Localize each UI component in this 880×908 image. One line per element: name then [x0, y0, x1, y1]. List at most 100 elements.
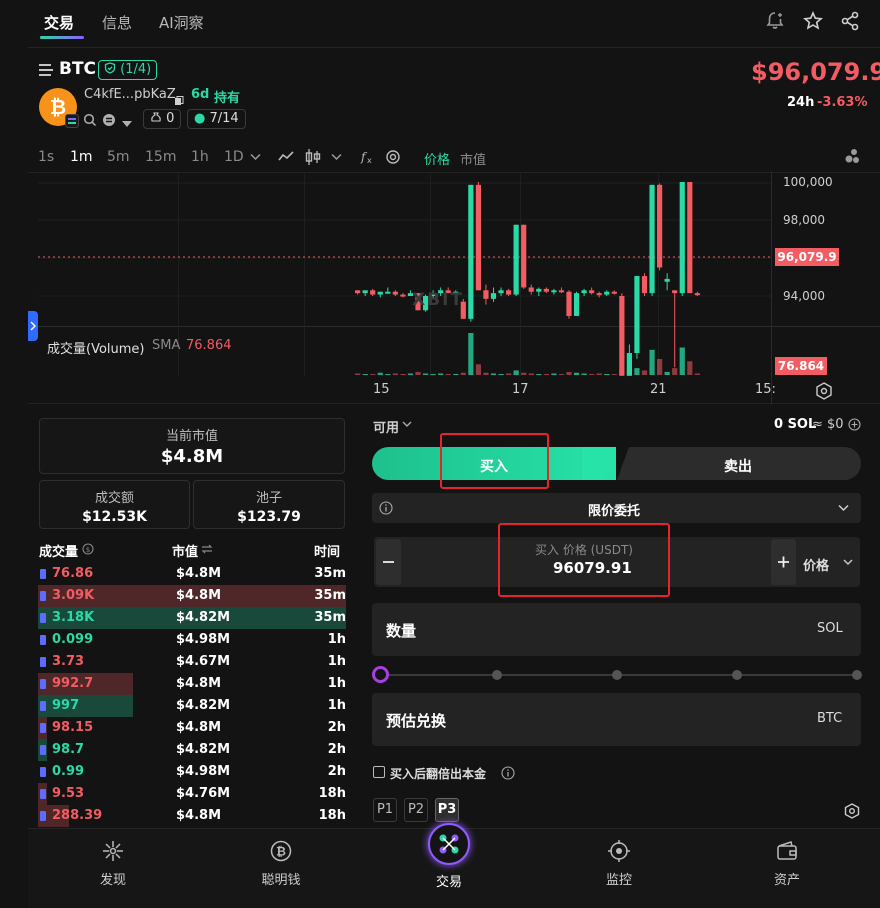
order-type-select[interactable]: 限价委托: [372, 493, 861, 523]
chain-icon: [40, 701, 46, 711]
slider-step-50[interactable]: [612, 670, 622, 680]
currency-toggle-icon[interactable]: $: [82, 543, 94, 555]
candle-body: [528, 287, 534, 292]
volume-bar: [634, 368, 640, 375]
pool-card: 池子 $123.79: [193, 480, 345, 529]
trade-volume: 98.15: [52, 720, 94, 735]
chevron-right-icon: [30, 321, 36, 331]
nav-trade[interactable]: 交易: [409, 823, 489, 890]
trade-volume: 0.99: [52, 764, 85, 779]
preset-p2[interactable]: P2: [404, 798, 428, 822]
candle-body: [355, 290, 361, 294]
volume-bar: [362, 374, 368, 375]
quantity-input[interactable]: 数量 SOL: [372, 603, 861, 656]
candle-body: [566, 291, 572, 316]
trade-row[interactable]: 76.86 $4.8M 35m: [38, 563, 346, 585]
chart-watermark: XBIT: [412, 290, 464, 310]
price-mode-select[interactable]: 价格: [803, 555, 829, 574]
chain-icon: [40, 679, 46, 689]
trade-row[interactable]: 9.53 $4.76M 18h: [38, 783, 346, 805]
candle-body: [611, 291, 617, 294]
trade-row[interactable]: 0.99 $4.98M 2h: [38, 761, 346, 783]
double-principal-checkbox[interactable]: [373, 766, 385, 778]
y-tick-label: 100,000: [783, 175, 833, 189]
volume-bar: [596, 373, 602, 375]
candle-body: [392, 291, 398, 295]
volume-bar: [468, 333, 474, 375]
volume-bar: [438, 373, 444, 375]
nav-assets[interactable]: 资产: [747, 839, 827, 888]
volume-bar: [581, 373, 587, 375]
trade-row[interactable]: 992.7 $4.8M 1h: [38, 673, 346, 695]
volume-tag: 76.864: [775, 357, 827, 375]
trade-time: 35m: [314, 588, 346, 603]
add-funds-icon[interactable]: [848, 418, 861, 431]
trade-row[interactable]: 288.39 $4.8M 18h: [38, 805, 346, 827]
volume-bar: [355, 373, 361, 375]
volume-bar: [641, 370, 648, 375]
trade-row[interactable]: 997 $4.82M 1h: [38, 695, 346, 717]
price-decrement-button[interactable]: [376, 539, 401, 585]
nav-discover[interactable]: 发现: [73, 839, 153, 888]
price-increment-button[interactable]: [771, 539, 796, 585]
swap-arrows-icon[interactable]: [201, 544, 213, 554]
preset-p1[interactable]: P1: [373, 798, 397, 822]
trade-row[interactable]: 3.73 $4.67M 1h: [38, 651, 346, 673]
available-label[interactable]: 可用: [373, 417, 399, 436]
trade-row[interactable]: 3.18K $4.82M 35m: [38, 607, 346, 629]
candle-body: [581, 290, 587, 294]
col-header-time[interactable]: 时间: [314, 541, 340, 560]
info-icon[interactable]: [379, 501, 393, 515]
candle-body: [521, 224, 527, 288]
chain-icon: [40, 745, 46, 755]
discover-icon: [103, 841, 123, 861]
trade-volume: 76.86: [52, 566, 94, 581]
smart-money-icon: ₿: [270, 840, 292, 862]
order-type-label: 限价委托: [588, 504, 641, 519]
col-header-market-cap[interactable]: 市值: [172, 541, 198, 560]
nav-smart-money[interactable]: ₿ 聪明钱: [241, 839, 321, 888]
trade-time: 2h: [327, 742, 346, 757]
volume-bar: [536, 374, 542, 375]
trade-row[interactable]: 98.7 $4.82M 2h: [38, 739, 346, 761]
candle-body: [634, 276, 640, 353]
preset-p3[interactable]: P3: [435, 798, 459, 822]
chart-settings-icon[interactable]: [815, 382, 833, 400]
preset-settings-icon[interactable]: [844, 803, 860, 819]
chain-icon: [40, 723, 46, 733]
trade-volume: 288.39: [52, 808, 103, 823]
slider-step-75[interactable]: [732, 670, 742, 680]
nav-monitor[interactable]: 监控: [579, 839, 659, 888]
candle-body: [468, 184, 474, 319]
volume-bar: [672, 368, 678, 375]
trade-time: 2h: [327, 764, 346, 779]
chain-icon: [40, 811, 46, 821]
trade-market-cap: $4.8M: [176, 588, 222, 603]
info-icon[interactable]: [501, 766, 515, 780]
candle-body: [362, 290, 368, 294]
chevron-down-icon[interactable]: [402, 421, 412, 428]
volume-bar: [611, 374, 617, 375]
pool-value: $123.79: [237, 509, 301, 525]
col-header-volume[interactable]: 成交量: [39, 541, 78, 560]
chevron-down-icon[interactable]: [843, 559, 853, 566]
trade-market-cap: $4.76M: [176, 786, 231, 801]
trade-market-cap: $4.8M: [176, 720, 222, 735]
slider-step-25[interactable]: [492, 670, 502, 680]
trade-market-cap: $4.82M: [176, 610, 231, 625]
estimate-label: 预估兑换: [386, 712, 447, 730]
volume-bar: [370, 374, 376, 375]
trade-row[interactable]: 0.099 $4.98M 1h: [38, 629, 346, 651]
trade-row[interactable]: 3.09K $4.8M 35m: [38, 585, 346, 607]
trade-volume: 3.18K: [52, 610, 95, 625]
sidebar-toggle[interactable]: [28, 311, 38, 341]
svg-text:$: $: [86, 546, 90, 554]
candle-body: [558, 290, 565, 293]
amount-slider-handle[interactable]: [372, 666, 389, 683]
candle-body: [551, 290, 557, 293]
candle-body: [694, 293, 700, 296]
candle-body: [513, 224, 519, 295]
trade-row[interactable]: 98.15 $4.8M 2h: [38, 717, 346, 739]
slider-step-100[interactable]: [852, 670, 862, 680]
bottom-nav: 发现 ₿ 聪明钱 交易 监控 资产: [28, 823, 880, 908]
